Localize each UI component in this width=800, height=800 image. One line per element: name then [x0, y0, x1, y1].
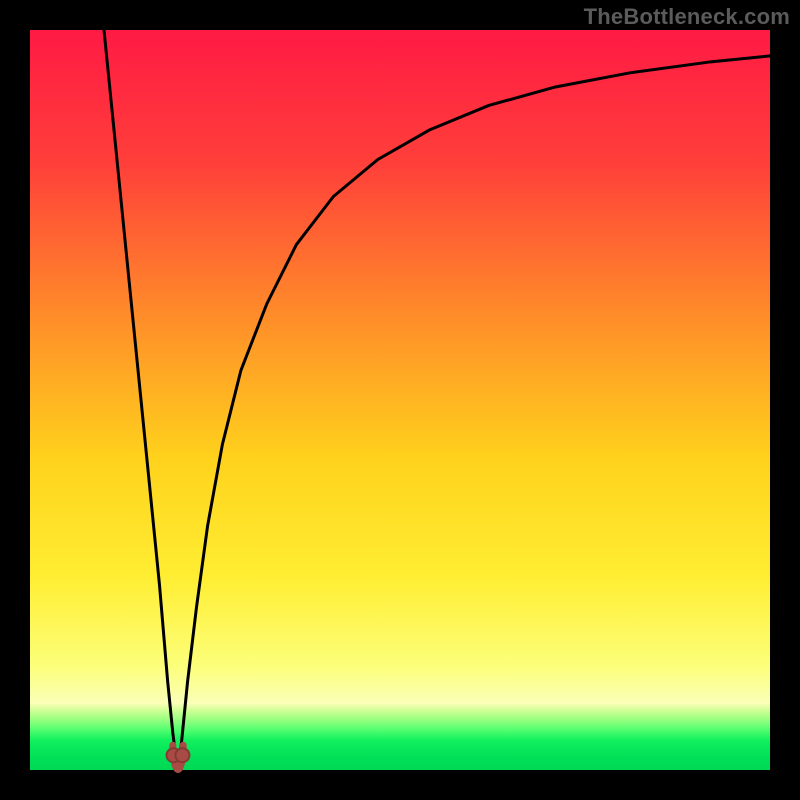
dip-marker-right [175, 748, 189, 762]
bottleneck-chart [0, 0, 800, 800]
app-frame: TheBottleneck.com [0, 0, 800, 800]
